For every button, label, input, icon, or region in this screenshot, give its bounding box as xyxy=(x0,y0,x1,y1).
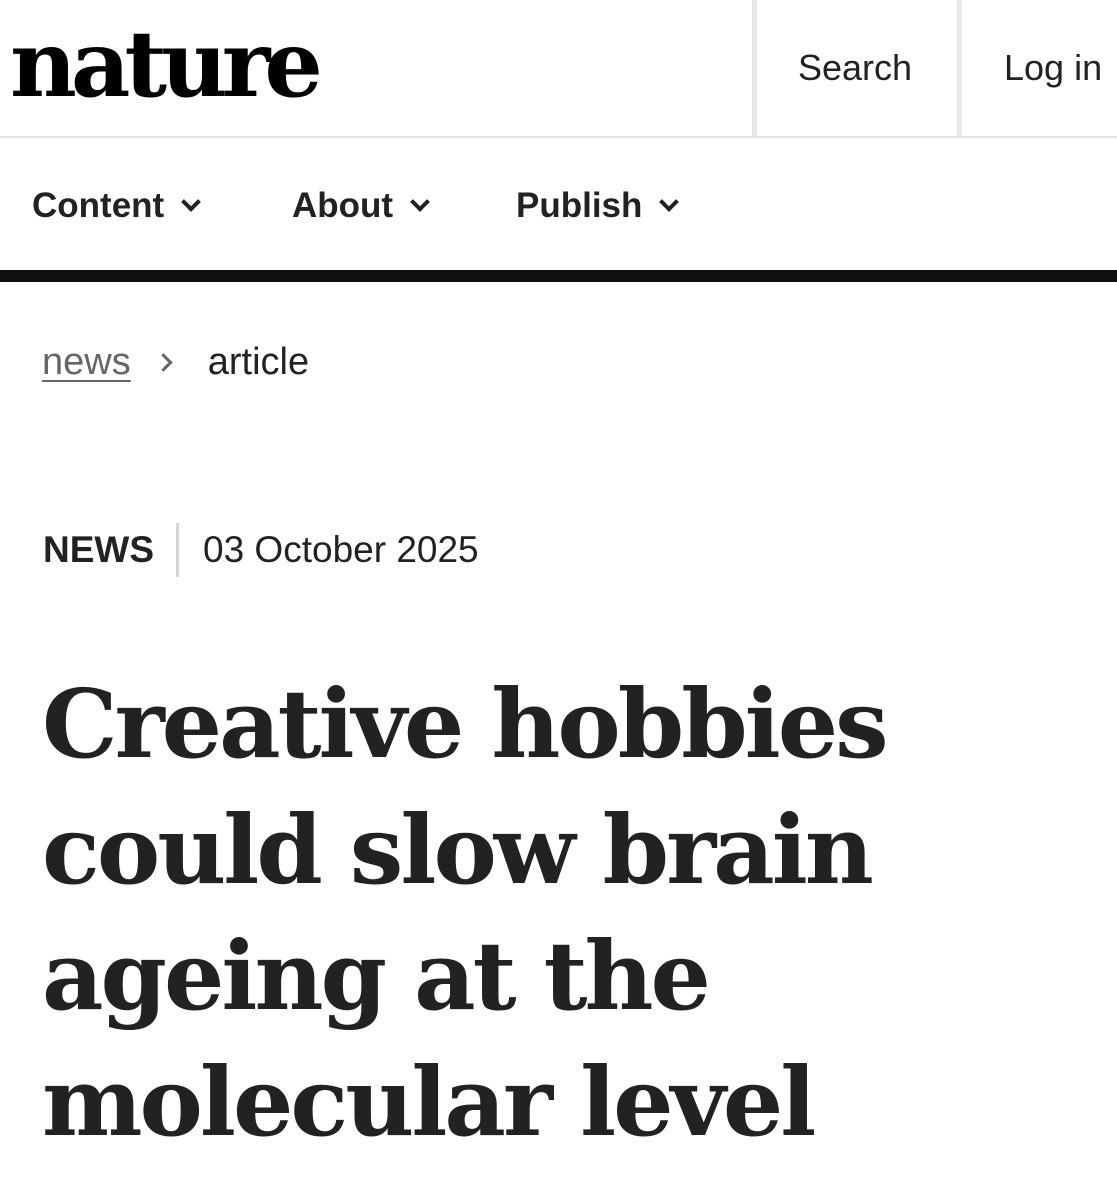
site-header: nature Search Log in xyxy=(0,0,1117,138)
chevron-down-icon xyxy=(410,192,430,212)
login-button[interactable]: Log in xyxy=(1004,48,1102,88)
nav-item-label: About xyxy=(292,186,394,225)
chevron-down-icon xyxy=(181,192,202,212)
nav-item-label: Publish xyxy=(516,186,643,225)
nature-logo[interactable]: nature xyxy=(10,14,323,114)
nav-item-about[interactable]: About xyxy=(292,186,430,226)
nav-item-publish[interactable]: Publish xyxy=(516,186,680,226)
breadcrumb-current: article xyxy=(207,341,310,383)
header-divider xyxy=(752,0,757,136)
header-divider xyxy=(957,0,962,136)
breadcrumb-link-news[interactable]: news xyxy=(42,340,131,384)
search-button[interactable]: Search xyxy=(798,48,912,88)
article-date: 03 October 2025 xyxy=(203,529,479,570)
article-title: Creative hobbies could slow brain ageing… xyxy=(42,669,889,1158)
meta-divider xyxy=(176,523,179,577)
nav-divider xyxy=(0,270,1117,282)
article-meta: NEWS 03 October 2025 xyxy=(43,522,479,578)
breadcrumb: news article xyxy=(42,340,309,384)
chevron-right-icon xyxy=(154,352,173,372)
nav-item-content[interactable]: Content xyxy=(32,186,202,226)
main-nav: Content About Publish xyxy=(0,138,1117,270)
article-type: NEWS xyxy=(43,529,154,570)
nav-item-label: Content xyxy=(32,186,165,225)
chevron-down-icon xyxy=(659,192,680,212)
